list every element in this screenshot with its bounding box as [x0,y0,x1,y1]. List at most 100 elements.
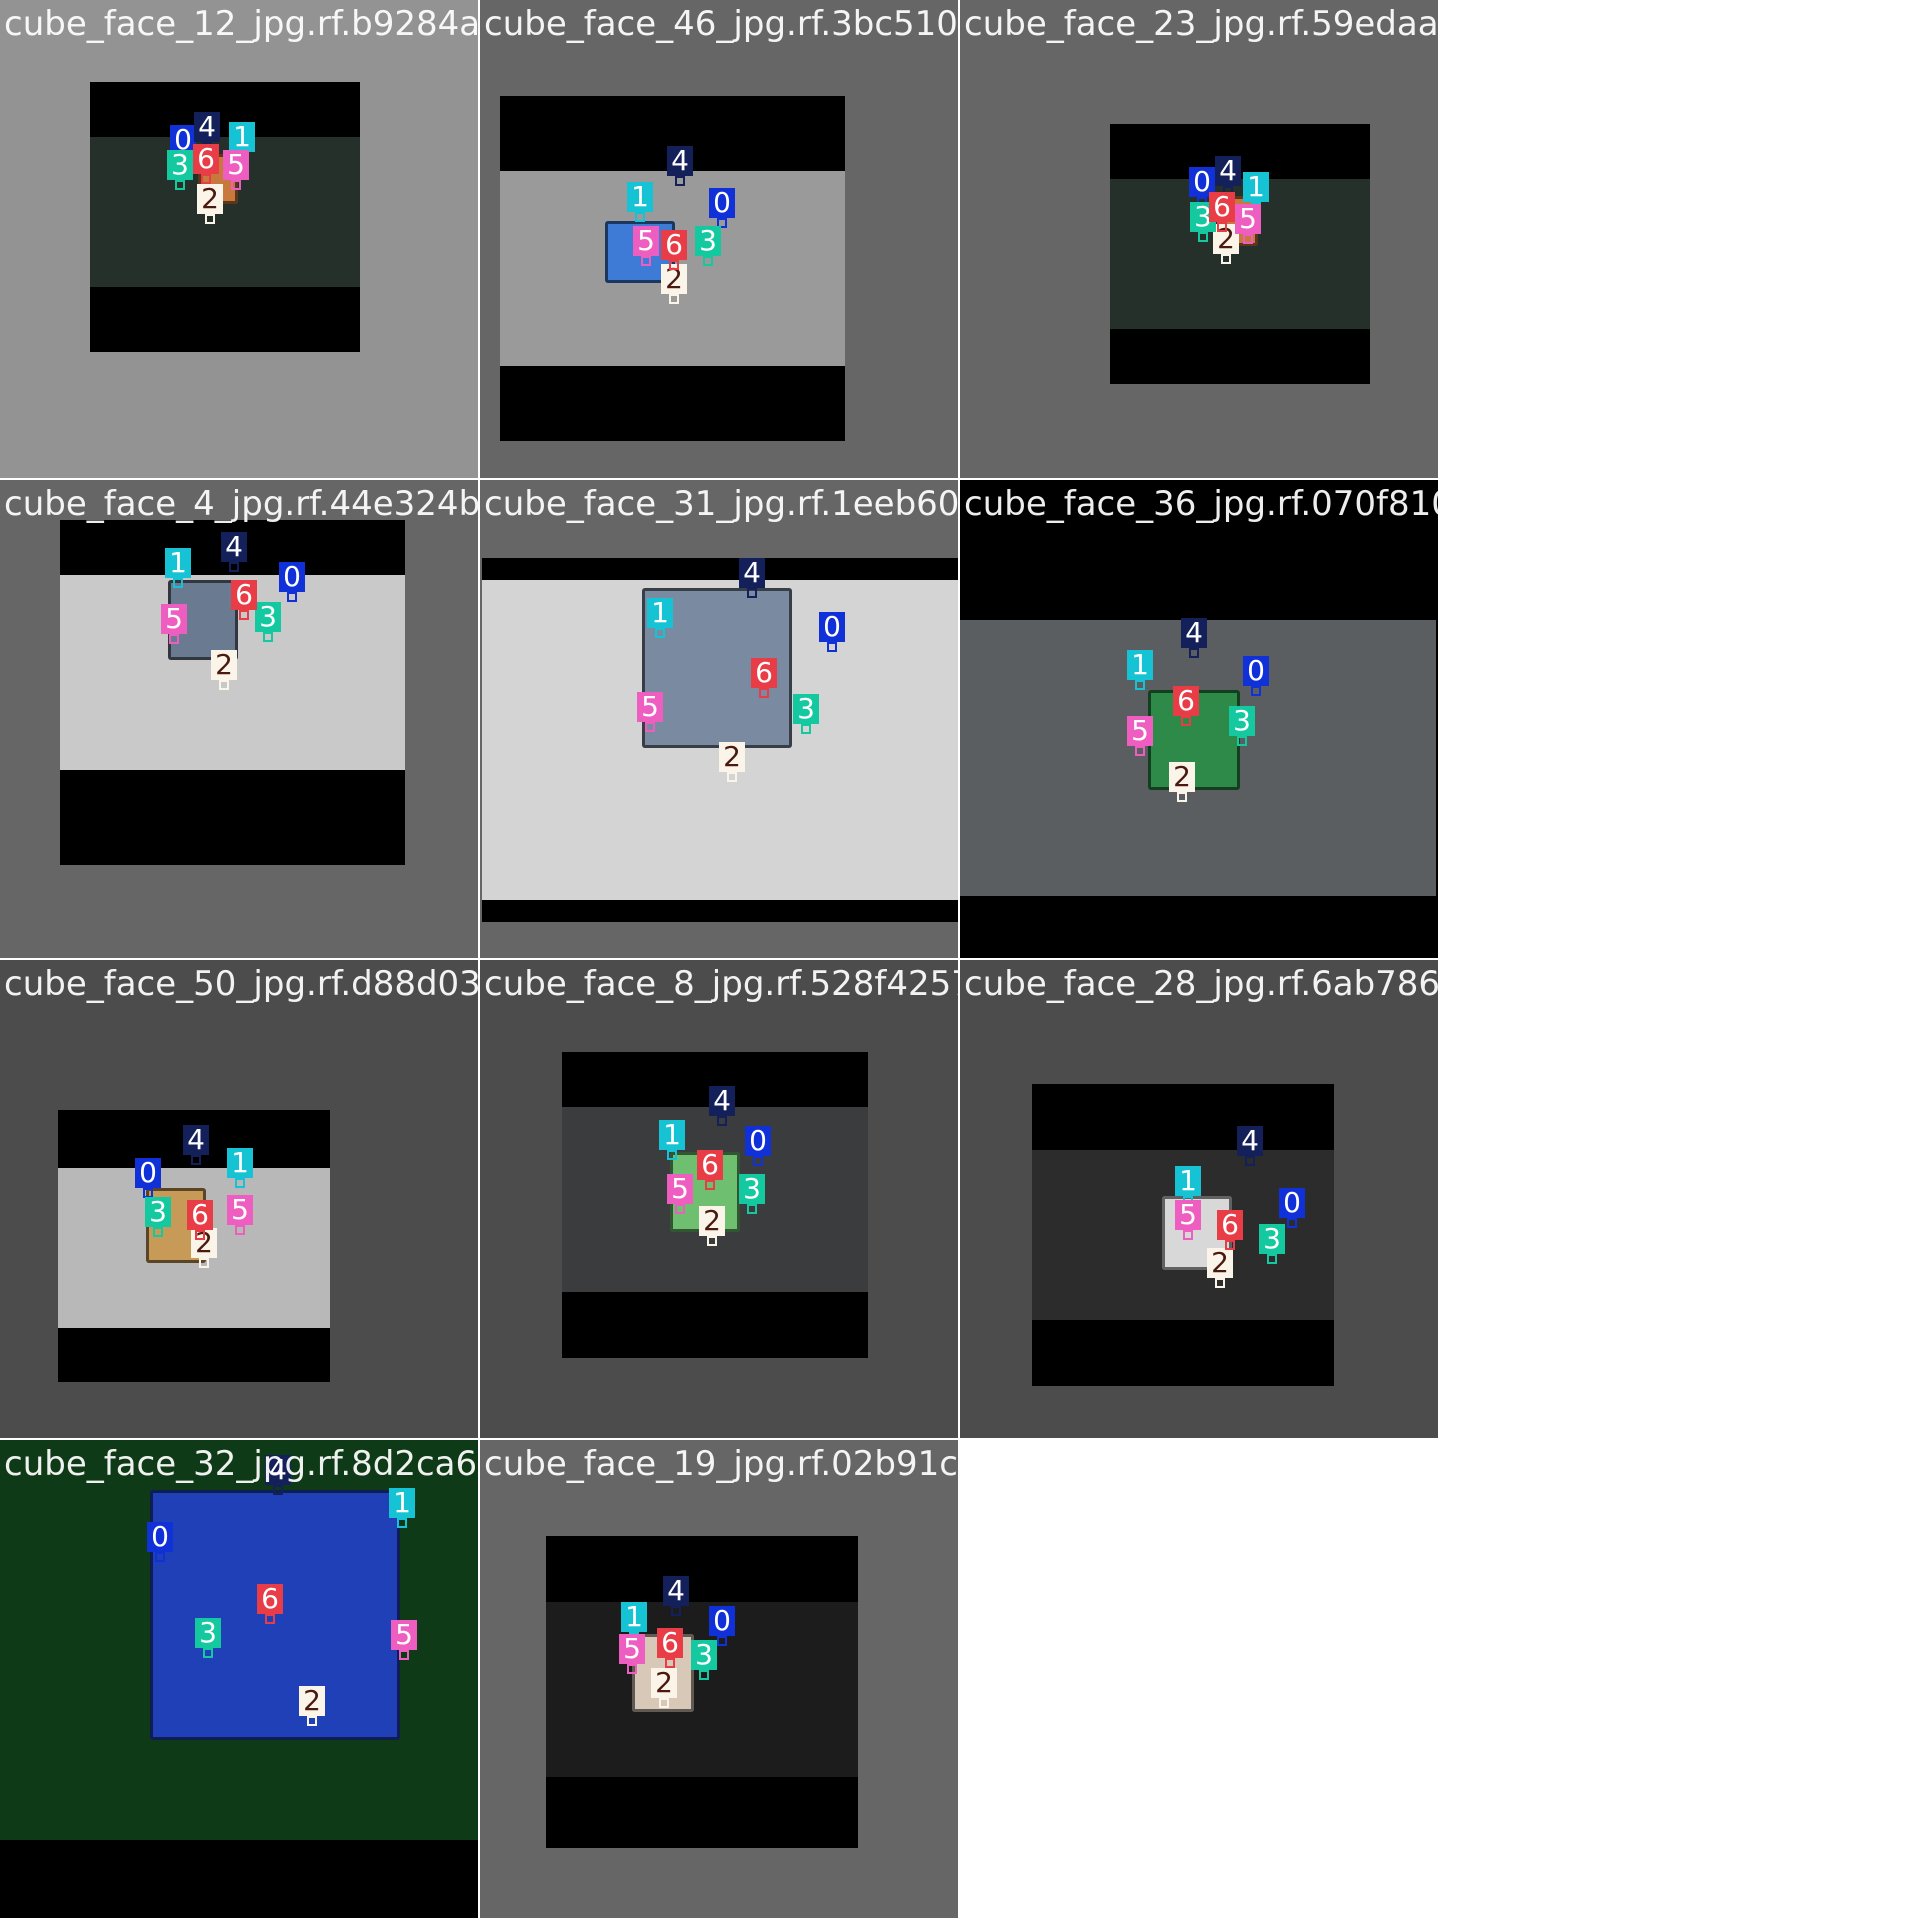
keypoint-box-5 [169,634,179,644]
keypoint-box-0 [717,1636,727,1646]
keypoint-label-4: 4 [739,558,765,588]
keypoint-label-4: 4 [1215,156,1241,186]
image-tile: 0 1 2 3 4 5 6 cube_face_46_jpg.rf.3bc510b5842e3… [480,0,1219,478]
keypoint-box-3 [699,1670,709,1680]
keypoint-box-5 [675,1204,685,1214]
keypoint-label-6: 6 [1217,1210,1243,1240]
keypoint-box-3 [747,1204,757,1214]
keypoint-box-2 [727,772,737,782]
keypoint-box-6 [669,260,679,270]
keypoint-label-5: 5 [161,604,187,634]
image-photo: 0123456 [500,96,845,441]
keypoint-label-5: 5 [227,1195,253,1225]
keypoint-label-4: 4 [667,146,693,176]
keypoint-label-0: 0 [1243,656,1269,686]
image-filename-caption: cube_face_28_jpg.rf.6ab7869c5b90b5c1fc75 [964,964,1725,1004]
keypoint-label-3: 3 [195,1618,221,1648]
keypoint-box-6 [265,1614,275,1624]
keypoint-label-6: 6 [697,1150,723,1180]
keypoint-label-4: 4 [663,1576,689,1606]
keypoint-box-1 [235,1178,245,1188]
keypoint-box-2 [219,680,229,690]
keypoint-label-6: 6 [1209,192,1235,222]
image-tile: 0 1 2 3 4 5 6 cube_face_32_jpg.rf.8d2ca6cd764fb… [0,1440,767,1918]
photo-scene [546,1602,858,1777]
keypoint-box-5 [641,256,651,266]
keypoint-box-4 [671,1606,681,1616]
keypoint-label-4: 4 [709,1086,735,1116]
keypoint-box-6 [665,1658,675,1668]
keypoint-label-5: 5 [633,226,659,256]
keypoint-label-3: 3 [145,1197,171,1227]
image-tile: 0 1 2 3 4 5 6 cube_face_19_jpg.rf.02b91c7ba7bf9… [480,1440,1238,1918]
keypoint-box-0 [1251,686,1261,696]
image-filename-caption: cube_face_19_jpg.rf.02b91c7ba7bf901fc312 [484,1444,1238,1484]
keypoint-box-6 [195,1230,205,1240]
keypoint-label-2: 2 [299,1686,325,1716]
keypoint-box-4 [747,588,757,598]
keypoint-box-3 [175,180,185,190]
keypoint-label-0: 0 [819,612,845,642]
keypoint-box-3 [1237,736,1247,746]
keypoint-label-5: 5 [223,150,249,180]
image-tile: 0 1 2 3 4 5 6 cube_face_12_jpg.rf.b9284af8002f4… [0,0,761,478]
cube-object [150,1490,400,1740]
image-photo: 0123456 [0,1440,478,1840]
image-photo: 0123456 [1110,124,1370,384]
keypoint-box-3 [1198,232,1208,242]
keypoint-box-5 [1243,234,1253,244]
image-tile: 0 1 2 3 4 5 6 cube_face_23_jpg.rf.59edaaf3a7071… [960,0,1731,478]
image-photo: 0123456 [60,520,405,865]
keypoint-box-4 [1189,648,1199,658]
keypoint-label-3: 3 [1259,1224,1285,1254]
keypoint-box-6 [1217,222,1227,232]
keypoint-label-5: 5 [1175,1200,1201,1230]
keypoint-label-3: 3 [255,602,281,632]
keypoint-box-6 [759,688,769,698]
keypoint-label-2: 2 [719,742,745,772]
keypoint-box-1 [173,578,183,588]
keypoint-label-1: 1 [627,182,653,212]
image-photo: 0123456 [90,82,360,352]
keypoint-label-0: 0 [709,188,735,218]
keypoint-label-6: 6 [751,658,777,688]
keypoint-label-2: 2 [1207,1248,1233,1278]
keypoint-box-4 [191,1155,201,1165]
keypoint-box-5 [1135,746,1145,756]
keypoint-box-6 [1181,716,1191,726]
image-tile: 0 1 2 3 4 5 6 cube_face_50_jpg.rf.d88d03c67f2d0… [0,960,748,1438]
keypoint-label-4: 4 [265,1455,291,1485]
keypoint-label-0: 0 [135,1158,161,1188]
keypoint-box-5 [399,1650,409,1660]
keypoint-label-5: 5 [391,1620,417,1650]
keypoint-label-1: 1 [389,1488,415,1518]
keypoint-box-0 [155,1552,165,1562]
keypoint-box-1 [1135,680,1145,690]
keypoint-label-1: 1 [1127,650,1153,680]
keypoint-box-4 [1245,1156,1255,1166]
keypoint-label-3: 3 [695,226,721,256]
keypoint-label-4: 4 [194,112,220,142]
keypoint-box-5 [235,1225,245,1235]
keypoint-label-5: 5 [1127,716,1153,746]
keypoint-label-4: 4 [183,1125,209,1155]
keypoint-label-1: 1 [621,1602,647,1632]
keypoint-box-6 [201,174,211,184]
keypoint-box-1 [635,212,645,222]
keypoint-box-3 [703,256,713,266]
keypoint-label-5: 5 [1235,204,1261,234]
image-tile: 0 1 2 3 4 5 6 cube_face_8_jpg.rf.528f4257aebf33… [480,960,1211,1438]
keypoint-label-3: 3 [793,694,819,724]
keypoint-box-3 [153,1227,163,1237]
keypoint-box-3 [801,724,811,734]
image-tile: 0 1 2 3 4 5 6 cube_face_4_jpg.rf.44e324bd4201af… [0,480,788,958]
keypoint-box-2 [1177,792,1187,802]
keypoint-label-4: 4 [1181,618,1207,648]
image-photo: 0123456 [482,558,958,922]
keypoint-label-0: 0 [745,1126,771,1156]
image-filename-caption: cube_face_36_jpg.rf.070f8101c1f61c351443 [964,484,1719,524]
mosaic-grid: 0 1 2 3 4 5 6 cube_face_12_jpg.rf.b9284af8002f4… [0,0,1920,1920]
keypoint-label-0: 0 [147,1522,173,1552]
image-tile: 0 1 2 3 4 5 6 cube_face_31_jpg.rf.1eeb60f78b1e7… [480,480,1250,958]
keypoint-label-2: 2 [651,1668,677,1698]
